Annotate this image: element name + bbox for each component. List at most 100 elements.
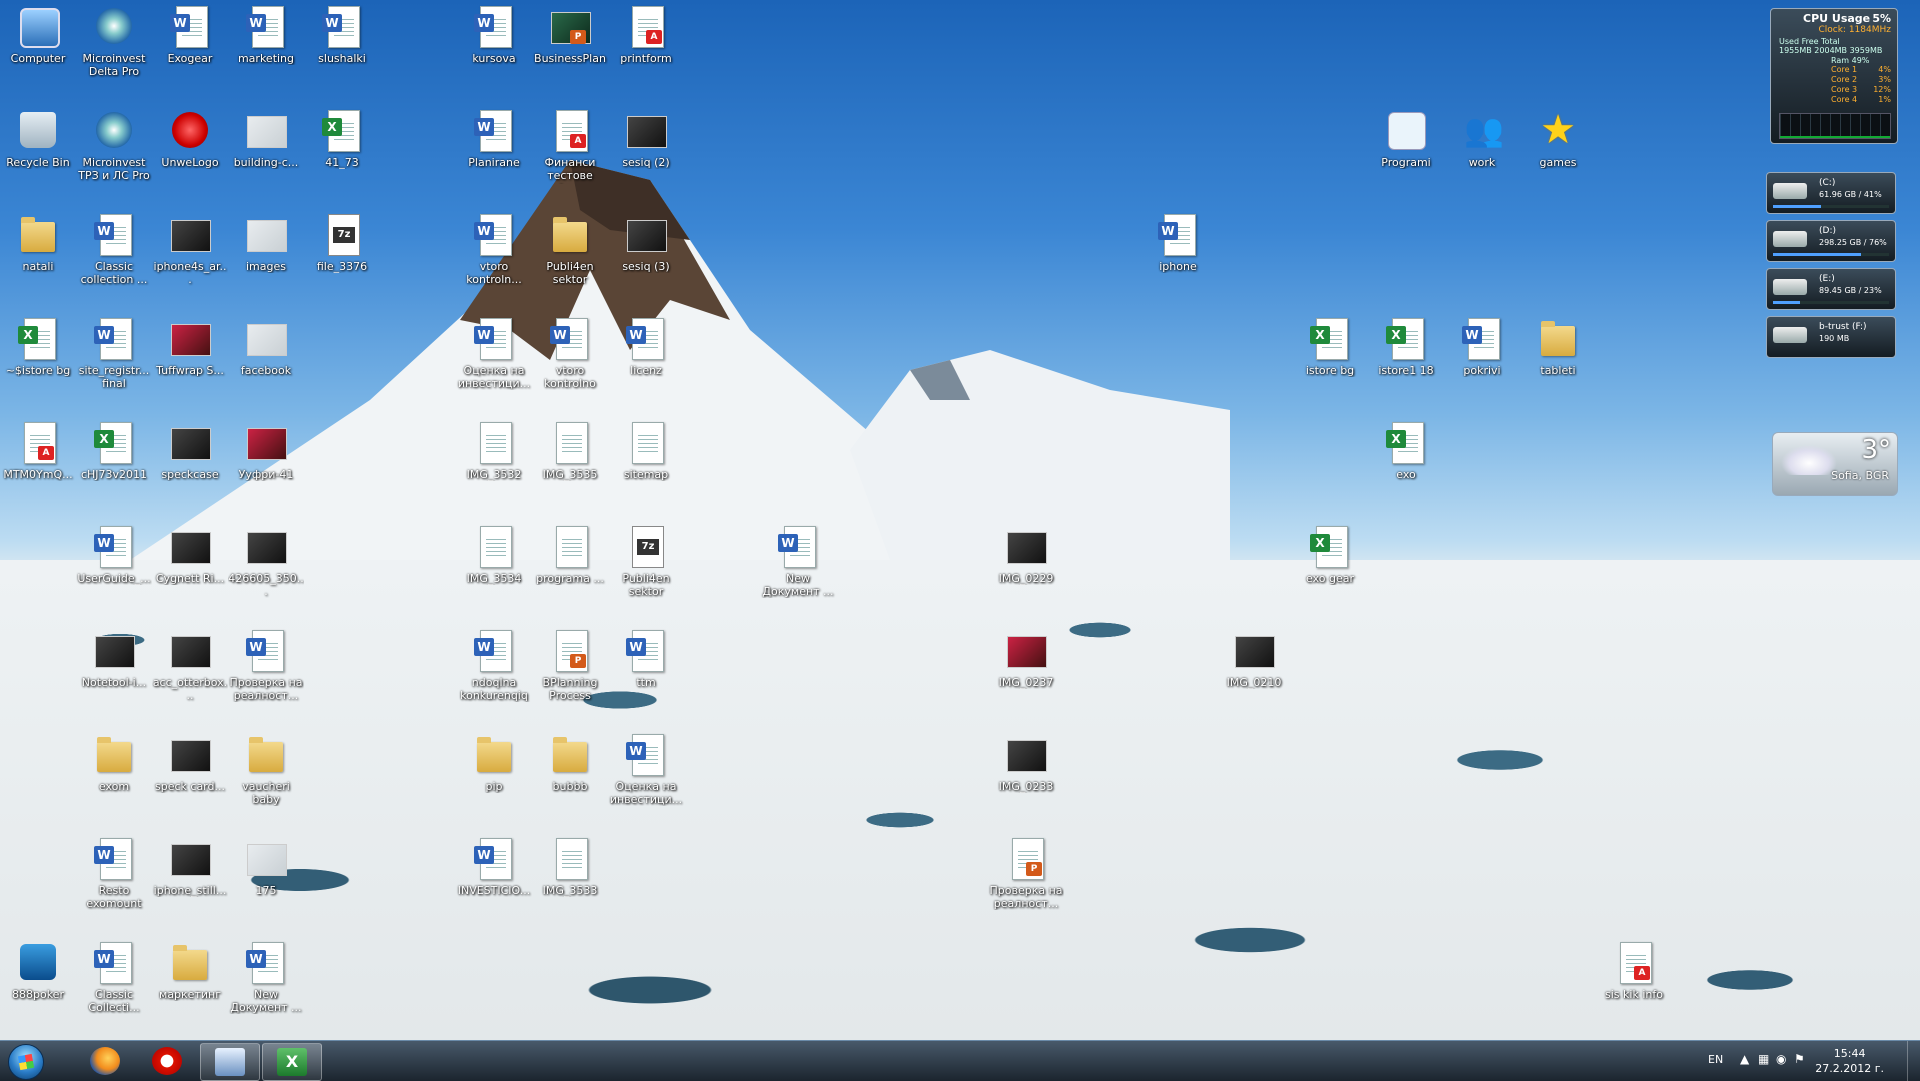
desktop-icon-notetool-i[interactable]: Notetool-i...	[76, 628, 152, 689]
desktop-icon-file-3376[interactable]: 7z file_3376	[304, 212, 380, 273]
desktop-icon-resto-exomount[interactable]: W Resto exomount	[76, 836, 152, 910]
desktop-icon-games[interactable]: ★ games	[1520, 108, 1596, 169]
desktop-icon-exogear[interactable]: W Exogear	[152, 4, 228, 65]
volume-icon[interactable]: ◉	[1776, 1052, 1786, 1066]
desktop-icon-speck-card[interactable]: speck card...	[152, 732, 228, 793]
desktop-icon-img-3532[interactable]: IMG_3532	[456, 420, 532, 481]
desktop-icon-img-0233[interactable]: IMG_0233	[988, 732, 1064, 793]
desktop-icon-pip[interactable]: pip	[456, 732, 532, 793]
desktop-icon-img-3534[interactable]: IMG_3534	[456, 524, 532, 585]
desktop-icon-iphone4s-ar[interactable]: iphone4s_ar...	[152, 212, 228, 286]
desktop-icon-building-c[interactable]: building-c...	[228, 108, 304, 169]
desktop-icon-41-73[interactable]: X 41_73	[304, 108, 380, 169]
desktop-icon-acc-otterbox[interactable]: acc_otterbox...	[152, 628, 228, 702]
desktop-icon-images[interactable]: images	[228, 212, 304, 273]
drive-gadget[interactable]: (C:) 61.96 GB / 41%	[1766, 172, 1896, 214]
desktop-icon-userguide[interactable]: W UserGuide_...	[76, 524, 152, 585]
desktop-icon-speckcase[interactable]: speckcase	[152, 420, 228, 481]
desktop-icon-planirane[interactable]: W Planirane	[456, 108, 532, 169]
show-desktop-button[interactable]	[1907, 1041, 1920, 1081]
desktop-icon-programi[interactable]: Programi	[1368, 108, 1444, 169]
show-hidden-icons-icon[interactable]: ▲	[1740, 1052, 1749, 1066]
desktop-icon-img-0229[interactable]: IMG_0229	[988, 524, 1064, 585]
desktop-icon-kursova[interactable]: Wkursova	[456, 4, 532, 65]
desktop-icon-175[interactable]: 175	[228, 836, 304, 897]
desktop-icon-ууфри-41[interactable]: Ууфри-41	[228, 420, 304, 481]
desktop-icon-classic-collecti[interactable]: W Classic Collecti...	[76, 940, 152, 1014]
desktop-icon-printform[interactable]: Aprintform	[608, 4, 684, 65]
taskbar-firefox-button[interactable]	[76, 1043, 134, 1079]
action-center-flag-icon[interactable]: ⚑	[1794, 1052, 1805, 1066]
desktop-icon-publi4en-sektor[interactable]: 7z Publi4en sektor	[608, 524, 684, 598]
desktop-icon-marketing[interactable]: Wmarketing	[228, 4, 304, 65]
desktop-icon-проверка-на-реалност[interactable]: W Проверка на реалност...	[228, 628, 304, 702]
desktop-icon-оценка-на-инвестици[interactable]: W Оценка на инвестици...	[608, 732, 684, 806]
language-indicator[interactable]: EN	[1708, 1053, 1723, 1066]
desktop-icon-classic-collection[interactable]: W Classic collection ...	[76, 212, 152, 286]
desktop-icon-vtoro-kontroln[interactable]: Wvtoro kontroln...	[456, 212, 532, 286]
network-icon[interactable]: ▦	[1758, 1052, 1769, 1066]
taskbar-excel-button[interactable]	[262, 1043, 322, 1081]
desktop-icon-unwelogo[interactable]: UnweLogo	[152, 108, 228, 169]
desktop-icon-recycle-bin[interactable]: Recycle Bin	[0, 108, 76, 169]
desktop-icon-chj73v2011[interactable]: XcHJ73v2011	[76, 420, 152, 481]
desktop-icon-istore1-18[interactable]: Xistore1 18	[1368, 316, 1444, 377]
desktop-icon-финанси-тестове-фи[interactable]: A Финанси тестове фи...	[532, 108, 608, 184]
desktop-icon-mtm0ymq[interactable]: A MTM0YmQ...	[0, 420, 76, 481]
desktop-icon-slushalki[interactable]: Wslushalki	[304, 4, 380, 65]
desktop-icon-exom[interactable]: exom	[76, 732, 152, 793]
desktop-icon-new-документ[interactable]: W New Документ ...	[760, 524, 836, 598]
desktop-icon-new-документ[interactable]: W New Документ ...	[228, 940, 304, 1014]
desktop-icon-facebook[interactable]: facebook	[228, 316, 304, 377]
desktop-icon-sesiq-3[interactable]: sesiq (3)	[608, 212, 684, 273]
desktop-icon-426605-350[interactable]: 426605_350...	[228, 524, 304, 598]
desktop-icon-microinvest-delta-pro[interactable]: Microinvest Delta Pro	[76, 4, 152, 78]
taskbar-explorer-button[interactable]	[200, 1043, 260, 1081]
desktop-icon-sis-kik-info[interactable]: Asis kik info	[1596, 940, 1672, 1001]
desktop-icon-vaucheri-baby[interactable]: vaucheri baby	[228, 732, 304, 806]
desktop-icon-sitemap[interactable]: sitemap	[608, 420, 684, 481]
desktop-icon-tuffwrap-s[interactable]: Tuffwrap S...	[152, 316, 228, 377]
desktop-icon-sesiq-2[interactable]: sesiq (2)	[608, 108, 684, 169]
desktop[interactable]: Computer Microinvest Delta Pro W Exogear Wma…	[0, 0, 1920, 1040]
desktop-icon-work[interactable]: 👥 work	[1444, 108, 1520, 169]
desktop-icon-businessplan[interactable]: P BusinessPlan	[532, 4, 608, 65]
desktop-icon-programa[interactable]: programa ...	[532, 524, 608, 585]
desktop-icon-vtoro-kontrolno[interactable]: Wvtoro kontrolno	[532, 316, 608, 390]
desktop-icon-exo[interactable]: Xexo	[1368, 420, 1444, 481]
desktop-icon-проверка-на-реалност[interactable]: P Проверка на реалност...	[988, 836, 1064, 910]
desktop-icon-licenz[interactable]: Wlicenz	[608, 316, 684, 377]
desktop-icon-iphone[interactable]: Wiphone	[1140, 212, 1216, 273]
desktop-icon-site-registr-final[interactable]: Wsite_registr... final	[76, 316, 152, 390]
desktop-icon-computer[interactable]: Computer	[0, 4, 76, 65]
desktop-icon-investicio[interactable]: W INVESTICIO...	[456, 836, 532, 897]
desktop-icon-microinvest-трз-и-лс-pro[interactable]: Microinvest ТРЗ и ЛС Pro	[76, 108, 152, 182]
desktop-icon-bplanning-process[interactable]: P BPlanning Process	[532, 628, 608, 702]
desktop-icon-pokrivi[interactable]: Wpokrivi	[1444, 316, 1520, 377]
desktop-icon-exo-gear[interactable]: Xexo gear	[1292, 524, 1368, 585]
desktop-icon-tableti[interactable]: tableti	[1520, 316, 1596, 377]
desktop-icon-img-3535[interactable]: IMG_3535	[532, 420, 608, 481]
taskbar-opera-button[interactable]	[138, 1043, 196, 1079]
desktop-icon-cygnett-ri[interactable]: Cygnett Ri...	[152, 524, 228, 585]
weather-gadget[interactable]: 3° Sofia, BGR	[1772, 432, 1898, 496]
desktop-icon-ndoqlna-konkurenqiq[interactable]: Wndoqlna konkurenqiq	[456, 628, 532, 702]
desktop-icon-publi4en-sektor[interactable]: Publi4en sektor	[532, 212, 608, 286]
clock[interactable]: 15:44 27.2.2012 г.	[1815, 1046, 1884, 1076]
cpu-usage-gadget[interactable]: CPU Usage 5% Clock: 1184MHz Used Free To…	[1770, 8, 1898, 144]
drive-gadget[interactable]: b-trust (F:) 190 MB	[1766, 316, 1896, 358]
desktop-icon-оценка-на-инвестици[interactable]: W Оценка на инвестици...	[456, 316, 532, 390]
desktop-icon-маркетинг[interactable]: маркетинг	[152, 940, 228, 1001]
desktop-icon-ttm[interactable]: Wttm	[608, 628, 684, 689]
drive-gadget[interactable]: (E:) 89.45 GB / 23%	[1766, 268, 1896, 310]
desktop-icon-888poker[interactable]: 888poker	[0, 940, 76, 1001]
desktop-icon-img-3533[interactable]: IMG_3533	[532, 836, 608, 897]
desktop-icon-istore-bg[interactable]: Xistore bg	[1292, 316, 1368, 377]
desktop-icon-img-0237[interactable]: IMG_0237	[988, 628, 1064, 689]
desktop-icon-istore-bg[interactable]: X ~$istore bg	[0, 316, 76, 377]
drive-gadget[interactable]: (D:) 298.25 GB / 76%	[1766, 220, 1896, 262]
desktop-icon-iphone-still[interactable]: iphone_still...	[152, 836, 228, 897]
desktop-icon-img-0210[interactable]: IMG_0210	[1216, 628, 1292, 689]
desktop-icon-natali[interactable]: natali	[0, 212, 76, 273]
start-button[interactable]	[4, 1044, 48, 1080]
